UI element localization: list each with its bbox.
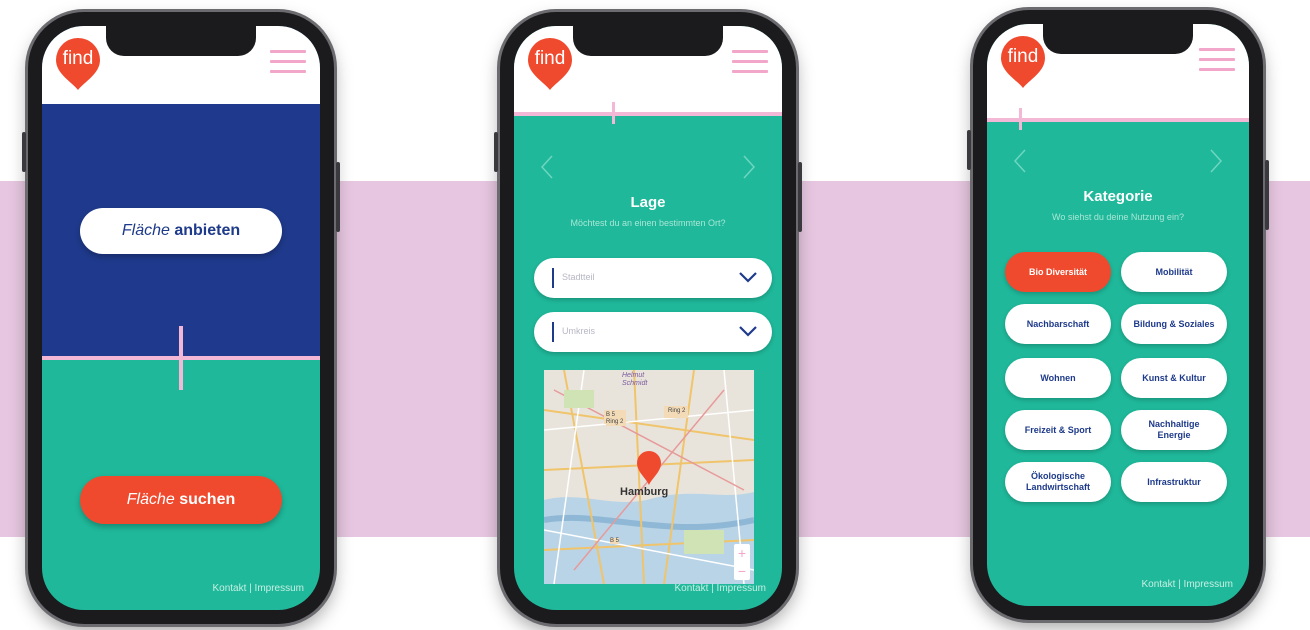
category-freizeit-sport[interactable]: Freizeit & Sport [1005,410,1111,450]
page-title: Lage [630,194,666,211]
progress-tick [612,102,615,124]
progress-line [514,112,782,116]
radius-select[interactable]: Umkreis [534,312,772,352]
footer-links[interactable]: Kontakt | Impressum [212,583,304,594]
chevron-right-icon[interactable] [1209,148,1223,174]
district-select[interactable]: Stadtteil [534,258,772,298]
find-logo[interactable]: find [54,36,102,90]
category-wohnen[interactable]: Wohnen [1005,358,1111,398]
chevron-left-icon[interactable] [1013,148,1027,174]
category-infrastruktur[interactable]: Infrastruktur [1121,462,1227,502]
menu-icon[interactable] [270,50,306,76]
zoom-in-button[interactable]: + [734,544,750,562]
category-label: Nachhaltige Energie [1148,419,1200,440]
map-label-ring2: Ring 2 [668,408,686,414]
zoom-control: + − [734,544,750,580]
phone-2-screen: find Lage Möchtest du an einen bestimmte… [514,26,782,610]
district-placeholder: Stadtteil [562,272,595,282]
progress-tick [1019,108,1022,130]
offer-bold: anbieten [174,222,241,239]
category-label: Ökologische Landwirtschaft [1025,471,1090,492]
menu-icon[interactable] [732,50,768,76]
map-label-b5-ring2: B 5 Ring 2 [606,412,626,426]
category-label: Infrastruktur [1147,476,1201,487]
category-label: Mobilität [1155,266,1193,277]
find-logo[interactable]: find [526,36,574,90]
phone-1-screen: find Fläche anbieten Fläche suchen Konta… [42,26,320,610]
search-area-button[interactable]: Fläche suchen [80,476,282,524]
category-label: Bio Diversität [1028,266,1088,277]
logo-text: find [1007,46,1039,67]
category-kunst-kultur[interactable]: Kunst & Kultur [1121,358,1227,398]
category-label: Kunst & Kultur [1142,372,1206,383]
category-label: Nachbarschaft [1026,318,1090,329]
zoom-out-button[interactable]: − [734,562,750,580]
category-bio-diversitaet[interactable]: Bio Diversität [1005,252,1111,292]
phone-3: find Kategorie Wo siehst du deine Nutzun… [967,10,1269,620]
chevron-left-icon[interactable] [540,154,554,180]
map-label-airport: Helmut Schmidt [622,372,648,387]
offer-prefix: Fläche [121,222,175,239]
category-label: Wohnen [1040,372,1076,383]
map-label-b5: B 5 [610,538,620,544]
chevron-down-icon [739,326,757,337]
category-label: Bildung & Soziales [1133,318,1215,329]
radius-placeholder: Umkreis [562,326,595,336]
map-city-label: Hamburg [620,486,669,498]
logo-text: find [534,48,566,69]
category-mobilitaet[interactable]: Mobilität [1121,252,1227,292]
phone-3-screen: find Kategorie Wo siehst du deine Nutzun… [987,24,1249,606]
category-nachhaltige-energie[interactable]: Nachhaltige Energie [1121,410,1227,450]
menu-icon[interactable] [1199,48,1235,74]
offer-area-button[interactable]: Fläche anbieten [80,208,282,254]
page-subtitle: Möchtest du an einen bestimmten Ort? [570,218,726,228]
phone-1: find Fläche anbieten Fläche suchen Konta… [22,12,340,624]
map[interactable]: Helmut Schmidt B 5 Ring 2 Ring 2 B 5 Ham… [544,370,754,584]
page-subtitle: Wo siehst du deine Nutzung ein? [1052,212,1184,222]
logo-text: find [62,48,94,69]
category-nachbarschaft[interactable]: Nachbarschaft [1005,304,1111,344]
category-oekologische-landwirtschaft[interactable]: Ökologische Landwirtschaft [1005,462,1111,502]
phone-2: find Lage Möchtest du an einen bestimmte… [494,12,802,624]
progress-line [987,118,1249,122]
divider-tick [179,326,183,390]
category-label: Freizeit & Sport [1024,424,1092,435]
map-pin-icon [637,451,661,485]
category-bildung-soziales[interactable]: Bildung & Soziales [1121,304,1227,344]
find-logo[interactable]: find [999,34,1047,88]
search-prefix: Fläche [126,491,180,508]
chevron-down-icon [739,272,757,283]
page-title: Kategorie [1083,188,1153,205]
footer-links[interactable]: Kontakt | Impressum [1141,579,1233,590]
footer-links[interactable]: Kontakt | Impressum [674,583,766,594]
search-bold: suchen [179,491,236,508]
chevron-right-icon[interactable] [742,154,756,180]
